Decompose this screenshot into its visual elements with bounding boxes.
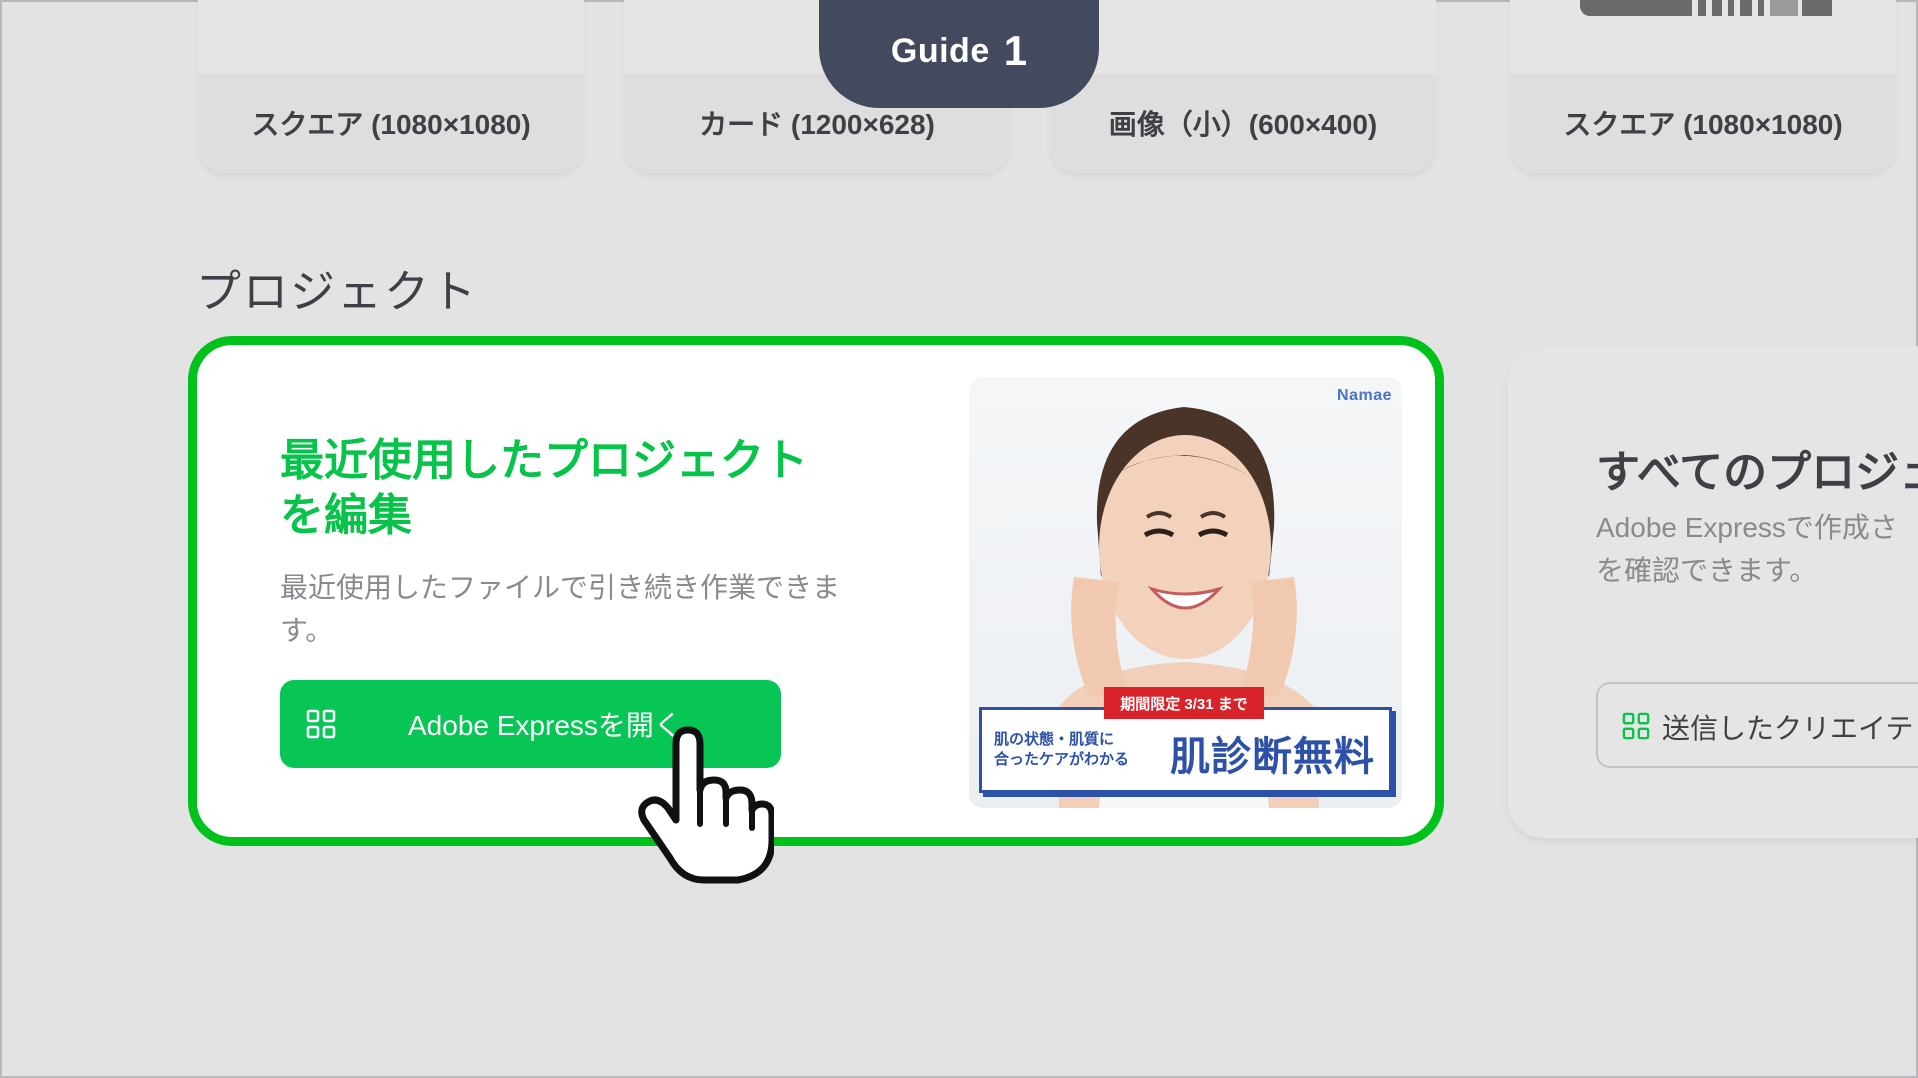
sent-creatives-label: 送信したクリエイテ — [1662, 713, 1914, 744]
grid-icon — [1622, 712, 1650, 740]
open-adobe-express-button[interactable]: Adobe Expressを開く — [280, 680, 781, 768]
all-card-description-line: を確認できます。 — [1596, 555, 1818, 586]
template-card-square[interactable]: スクエア (1080×1080) — [198, 0, 584, 173]
recent-projects-card: 最近使用したプロジェクトを編集 最近使用したファイルで引き続き作業できます。 A… — [188, 336, 1444, 846]
template-card-square-2[interactable]: スクエア (1080×1080) — [1510, 0, 1896, 173]
recent-card-title: 最近使用したプロジェクトを編集 — [280, 436, 808, 540]
guide-step-tab: Guide 1 — [819, 0, 1099, 108]
ad-subcopy-line: 肌の状態・肌質に — [994, 731, 1115, 748]
template-card-image-small[interactable]: 画像（小）(600×400) — [1050, 0, 1436, 173]
all-card-description-line: Adobe Expressで作成さ — [1596, 512, 1898, 543]
brand-logo: Namae — [1337, 387, 1392, 404]
all-card-description: Adobe Expressで作成さ を確認できます。 — [1596, 506, 1918, 592]
sent-creatives-button[interactable]: 送信したクリエイテ — [1596, 682, 1918, 768]
ad-subcopy: 肌の状態・肌質に 合ったケアがわかる — [994, 730, 1129, 770]
guide-label: Guide — [890, 31, 990, 70]
grid-icon — [306, 709, 336, 739]
all-projects-card: すべてのプロジェ Adobe Expressで作成さ を確認できます。 送信した… — [1508, 346, 1918, 838]
template-thumbnail — [1510, 0, 1896, 74]
promo-ribbon: 期間限定 3/31 まで — [1104, 687, 1264, 719]
open-button-label: Adobe Expressを開く — [408, 710, 682, 741]
all-card-title: すべてのプロジェ — [1596, 448, 1918, 497]
template-label: 画像（小）(600×400) — [1108, 109, 1378, 140]
ad-subcopy-line: 合ったケアがわかる — [994, 751, 1130, 768]
project-thumbnail[interactable]: Namae 期間限定 3/31 まで 肌の状態・肌質に 合ったケアがわかる 肌診… — [969, 377, 1402, 808]
template-label: スクエア (1080×1080) — [1563, 109, 1843, 140]
template-thumbnail — [1050, 0, 1436, 74]
template-label: スクエア (1080×1080) — [251, 109, 531, 140]
guide-step-number: 1 — [1003, 27, 1028, 74]
template-thumbnail — [198, 0, 584, 74]
recent-card-description: 最近使用したファイルで引き続き作業できます。 — [280, 572, 841, 646]
barcode-graphic — [1580, 0, 1840, 16]
section-title: プロジェクト — [196, 266, 479, 317]
ad-banner: 肌の状態・肌質に 合ったケアがわかる 肌診断無料 — [979, 707, 1392, 793]
ad-headline: 肌診断無料 — [1170, 735, 1375, 779]
